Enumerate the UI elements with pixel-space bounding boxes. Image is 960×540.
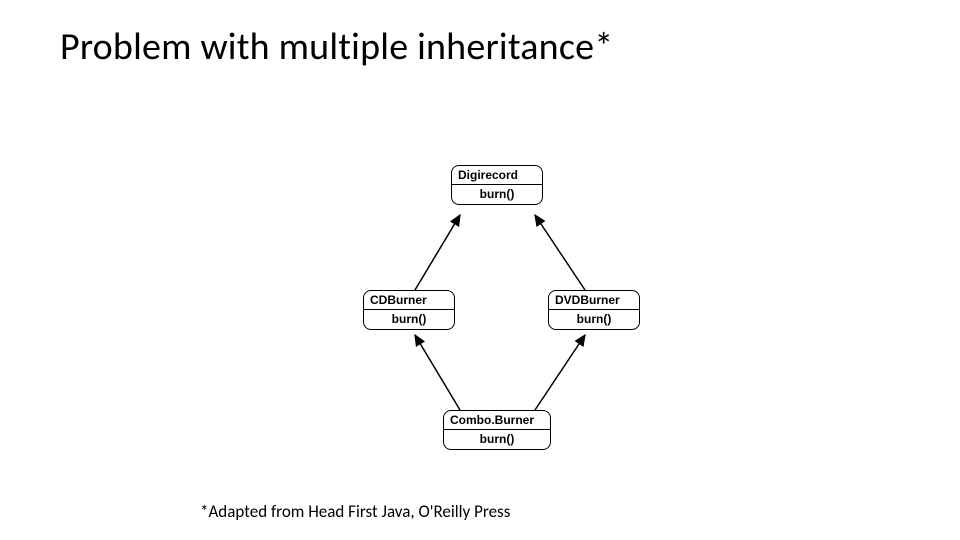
class-name: DVDBurner <box>549 291 639 310</box>
footnote: *Adapted from Head First Java, O'Reilly … <box>200 501 510 522</box>
class-cdburner: CDBurner burn() <box>363 290 455 330</box>
inheritance-arrows <box>0 0 960 540</box>
class-method: burn() <box>364 310 454 329</box>
class-method: burn() <box>444 430 550 449</box>
page-title: Problem with multiple inheritance* <box>60 24 613 70</box>
class-name: CDBurner <box>364 291 454 310</box>
class-name: Digirecord <box>452 166 542 185</box>
slide: Problem with multiple inheritance* Digir… <box>0 0 960 540</box>
class-method: burn() <box>452 185 542 204</box>
class-dvdburner: DVDBurner burn() <box>548 290 640 330</box>
class-digirecord: Digirecord burn() <box>451 165 543 205</box>
class-name: Combo.Burner <box>444 411 550 430</box>
class-comboburner: Combo.Burner burn() <box>443 410 551 450</box>
class-method: burn() <box>549 310 639 329</box>
